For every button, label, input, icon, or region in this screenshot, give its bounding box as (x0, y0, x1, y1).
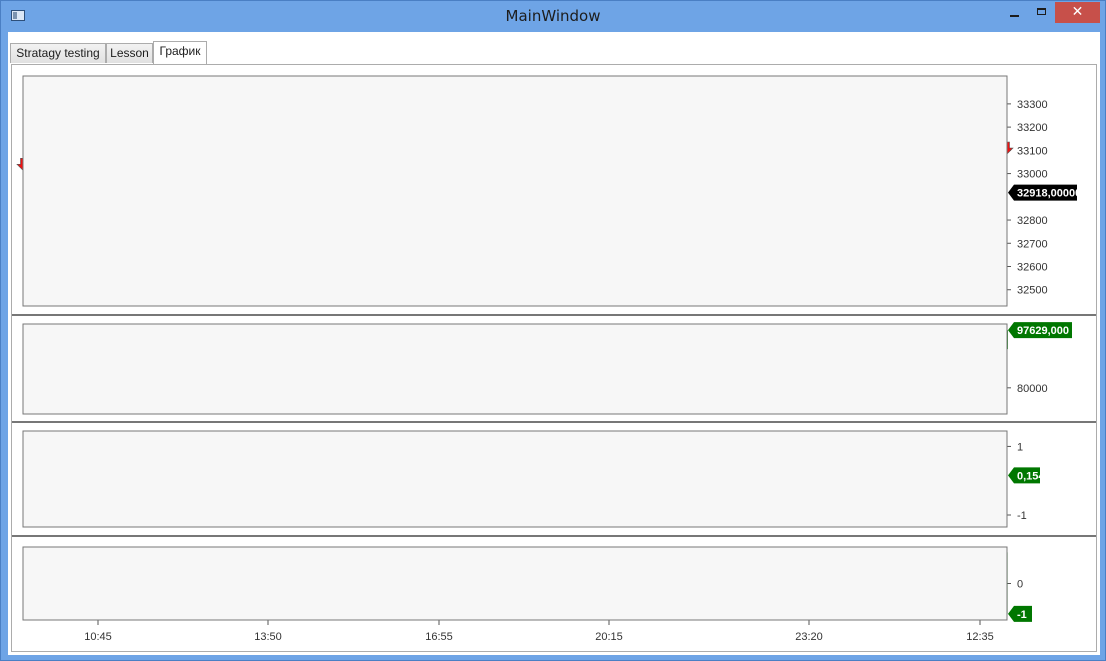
tab-strip: Stratagy testing Lesson График (8, 32, 1100, 66)
x-tick-label: 13:50 (254, 631, 282, 643)
x-tick-label: 10:45 (84, 631, 112, 643)
main-window: MainWindow ✕ Stratagy testing Lesson Гра… (0, 0, 1106, 661)
y-tick-label: 33300 (1017, 99, 1048, 111)
y-tick-label: -1 (1017, 510, 1027, 522)
y-tick-label: 32800 (1017, 215, 1048, 227)
last-value-text: 0,154 (1017, 470, 1045, 482)
last-value-text: 32918,00000 (1017, 188, 1081, 200)
tab-stratagy-testing[interactable]: Stratagy testing (10, 43, 106, 63)
minimize-icon (1010, 15, 1019, 17)
minimize-button[interactable] (1001, 2, 1029, 23)
signal-plot-area (22, 546, 1008, 621)
maximize-icon (1037, 8, 1046, 15)
tab-lesson[interactable]: Lesson (106, 43, 153, 63)
y-tick-label: 32600 (1017, 262, 1048, 274)
window-title: MainWindow (505, 7, 601, 25)
y-tick-label: 33200 (1017, 122, 1048, 134)
y-tick-label: 32700 (1017, 238, 1048, 250)
last-value-label: 0,154 (1008, 467, 1045, 484)
y-tick-label: 33000 (1017, 169, 1048, 181)
last-value-text: 97629,000 (1017, 325, 1069, 337)
last-value-label: 32918,00000 (1008, 184, 1081, 201)
last-value-label: -1 (1008, 605, 1032, 622)
time-axis: 10:45 13:50 16:55 20:15 23:20 12:35 (84, 620, 994, 643)
x-tick-label: 23:20 (795, 631, 823, 643)
last-value-label: 97629,000 (1008, 322, 1072, 339)
x-tick-label: 12:35 (966, 631, 994, 643)
title-bar[interactable]: MainWindow ✕ (1, 1, 1105, 32)
y-tick-label: 0 (1017, 579, 1023, 591)
x-tick-label: 16:55 (425, 631, 453, 643)
y-tick-label: 1 (1017, 441, 1023, 453)
y-tick-label: 80000 (1017, 383, 1048, 395)
window-client-area: Stratagy testing Lesson График 33300 3320… (8, 32, 1100, 655)
y-tick-label: 32500 (1017, 285, 1048, 297)
price-plot-area (22, 75, 1008, 307)
tab-chart[interactable]: График (153, 41, 207, 65)
last-value-text: -1 (1017, 609, 1027, 621)
y-tick-label: 33100 (1017, 145, 1048, 157)
close-button[interactable]: ✕ (1055, 2, 1100, 23)
charts-area[interactable]: 33300 33200 33100 33000 32800 32700 32600 32500… (12, 65, 1096, 651)
chart-tab-panel: 33300 33200 33100 33000 32800 32700 32600 32500… (11, 64, 1097, 652)
x-tick-label: 20:15 (595, 631, 623, 643)
oscillator-plot-area (22, 430, 1008, 528)
equity-plot-area (22, 323, 1008, 415)
maximize-button[interactable] (1029, 2, 1055, 23)
